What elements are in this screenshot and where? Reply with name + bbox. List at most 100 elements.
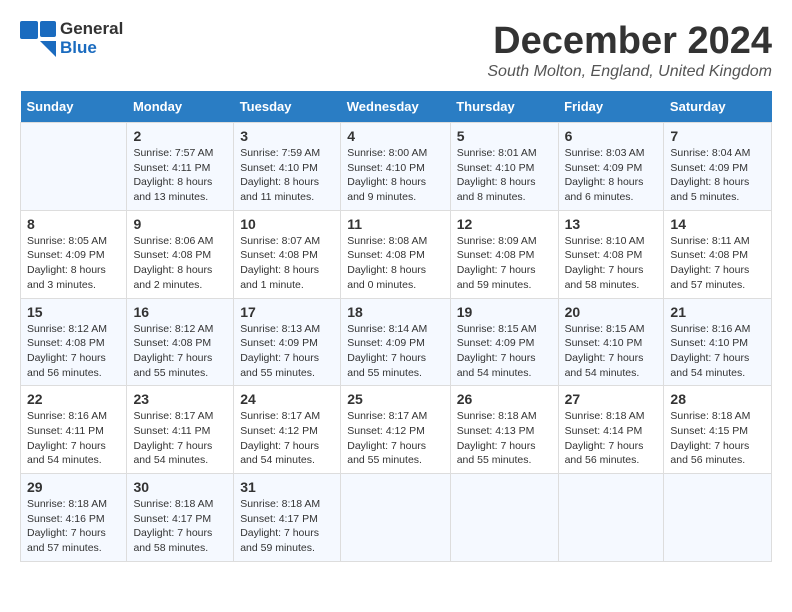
- sunset-text: Sunset: 4:10 PM: [347, 162, 425, 174]
- day-info: Sunrise: 8:11 AMSunset: 4:08 PMDaylight:…: [670, 234, 765, 293]
- sunset-text: Sunset: 4:08 PM: [565, 249, 643, 261]
- day-number: 22: [27, 391, 120, 407]
- sunrise-text: Sunrise: 8:16 AM: [27, 410, 107, 422]
- subtitle: South Molton, England, United Kingdom: [487, 63, 772, 81]
- sunset-text: Sunset: 4:09 PM: [670, 162, 748, 174]
- general-blue-logo-icon: [20, 21, 56, 57]
- day-number: 23: [133, 391, 227, 407]
- day-number: 21: [670, 304, 765, 320]
- sunrise-text: Sunrise: 8:18 AM: [565, 410, 645, 422]
- sunset-text: Sunset: 4:13 PM: [457, 425, 535, 437]
- daylight-text: Daylight: 7 hours and 54 minutes.: [133, 440, 212, 467]
- daylight-text: Daylight: 7 hours and 58 minutes.: [133, 527, 212, 554]
- sunset-text: Sunset: 4:11 PM: [27, 425, 104, 437]
- daylight-text: Daylight: 7 hours and 59 minutes.: [240, 527, 319, 554]
- day-info: Sunrise: 8:08 AMSunset: 4:08 PMDaylight:…: [347, 234, 443, 293]
- sunset-text: Sunset: 4:08 PM: [457, 249, 535, 261]
- day-info: Sunrise: 8:18 AM Sunset: 4:17 PM Daylight:…: [240, 497, 334, 556]
- sunrise-text: Sunrise: 8:10 AM: [565, 235, 645, 247]
- day-number: 28: [670, 391, 765, 407]
- calendar-header-row: Sunday Monday Tuesday Wednesday Thursday…: [21, 91, 772, 123]
- day-info: Sunrise: 8:18 AMSunset: 4:15 PMDaylight:…: [670, 409, 765, 468]
- day-number: 31: [240, 479, 334, 495]
- calendar-cell: 25Sunrise: 8:17 AMSunset: 4:12 PMDayligh…: [341, 386, 450, 474]
- calendar-week-row: 2Sunrise: 7:57 AMSunset: 4:11 PMDaylight…: [21, 123, 772, 211]
- calendar-cell: 17 Sunrise: 8:13 AMSunset: 4:09 PMDayligh…: [234, 298, 341, 386]
- sunrise-text: Sunrise: 8:18 AM: [670, 410, 750, 422]
- header-friday: Friday: [558, 91, 664, 123]
- calendar-cell: 31 Sunrise: 8:18 AM Sunset: 4:17 PM Dayligh…: [234, 474, 341, 562]
- sunrise-text: Sunrise: 8:12 AM: [133, 323, 213, 335]
- calendar-cell: 4Sunrise: 8:00 AMSunset: 4:10 PMDaylight…: [341, 123, 450, 211]
- day-info: Sunrise: 8:01 AMSunset: 4:10 PMDaylight:…: [457, 146, 552, 205]
- sunset-text: Sunset: 4:09 PM: [347, 337, 425, 349]
- calendar-week-row: 15 Sunrise: 8:12 AM Sunset: 4:08 PM Dayligh…: [21, 298, 772, 386]
- sunset-text: Sunset: 4:08 PM: [27, 337, 105, 349]
- day-number: 5: [457, 128, 552, 144]
- daylight-text: Daylight: 8 hours and 2 minutes.: [133, 264, 212, 291]
- calendar-cell: 6Sunrise: 8:03 AMSunset: 4:09 PMDaylight…: [558, 123, 664, 211]
- sunrise-text: Sunrise: 8:18 AM: [240, 498, 320, 510]
- sunset-text: Sunset: 4:17 PM: [133, 513, 211, 525]
- sunset-text: Sunset: 4:08 PM: [133, 337, 211, 349]
- sunset-text: Sunset: 4:17 PM: [240, 513, 318, 525]
- header-tuesday: Tuesday: [234, 91, 341, 123]
- day-info: Sunrise: 8:09 AMSunset: 4:08 PMDaylight:…: [457, 234, 552, 293]
- calendar-cell: 2Sunrise: 7:57 AMSunset: 4:11 PMDaylight…: [127, 123, 234, 211]
- title-block: December 2024 South Molton, England, Uni…: [487, 20, 772, 81]
- daylight-text: Daylight: 7 hours and 58 minutes.: [565, 264, 644, 291]
- sunset-text: Sunset: 4:09 PM: [240, 337, 318, 349]
- day-info: Sunrise: 8:18 AMSunset: 4:16 PMDaylight:…: [27, 497, 120, 556]
- sunset-text: Sunset: 4:09 PM: [27, 249, 105, 261]
- day-info: Sunrise: 8:17 AMSunset: 4:11 PMDaylight:…: [133, 409, 227, 468]
- day-number: 17: [240, 304, 334, 320]
- header-monday: Monday: [127, 91, 234, 123]
- day-info: Sunrise: 8:17 AMSunset: 4:12 PMDaylight:…: [347, 409, 443, 468]
- day-number: 8: [27, 216, 120, 232]
- calendar-cell: 15Sunrise: 8:12 AMSunset: 4:08 PMDayligh…: [21, 298, 127, 386]
- daylight-text: Daylight: 7 hours and 56 minutes.: [27, 352, 106, 379]
- daylight-text: Daylight: 7 hours and 56 minutes.: [565, 440, 644, 467]
- sunrise-text: Sunrise: 8:08 AM: [347, 235, 427, 247]
- day-number: 30: [133, 479, 227, 495]
- day-number: 15: [27, 304, 120, 320]
- daylight-text: Daylight: 8 hours and 3 minutes.: [27, 264, 106, 291]
- logo-graphic: [20, 21, 56, 57]
- logo: General Blue: [20, 20, 123, 57]
- day-number: 3: [240, 128, 334, 144]
- sunset-text: Sunset: 4:10 PM: [565, 337, 643, 349]
- day-number: 9: [133, 216, 227, 232]
- day-number: 2: [133, 128, 227, 144]
- day-number: 10: [240, 216, 334, 232]
- daylight-text: Daylight: 7 hours and 55 minutes.: [457, 440, 536, 467]
- logo-line1: General: [60, 20, 123, 39]
- daylight-text: Daylight: 8 hours and 8 minutes.: [457, 176, 536, 203]
- calendar-cell: 21Sunrise: 8:16 AMSunset: 4:10 PMDayligh…: [664, 298, 772, 386]
- sunrise-text: Sunrise: 8:00 AM: [347, 147, 427, 159]
- calendar-cell: 7Sunrise: 8:04 AMSunset: 4:09 PMDaylight…: [664, 123, 772, 211]
- sunset-text: Sunset: 4:10 PM: [457, 162, 535, 174]
- calendar-cell: 18Sunrise: 8:14 AMSunset: 4:09 PMDayligh…: [341, 298, 450, 386]
- sunset-text: Sunset: 4:12 PM: [240, 425, 318, 437]
- sunset-text: Sunset: 4:11 PM: [133, 425, 210, 437]
- sunrise-text: Sunrise: 8:14 AM: [347, 323, 427, 335]
- sunset-text: Sunset: 4:15 PM: [670, 425, 748, 437]
- sunrise-text: Sunrise: 8:17 AM: [347, 410, 427, 422]
- day-info: Sunrise: 8:13 AMSunset: 4:09 PMDaylight:…: [240, 322, 334, 381]
- day-number: 12: [457, 216, 552, 232]
- sunset-text: Sunset: 4:08 PM: [670, 249, 748, 261]
- day-info: Sunrise: 8:18 AMSunset: 4:13 PMDaylight:…: [457, 409, 552, 468]
- calendar-table: Sunday Monday Tuesday Wednesday Thursday…: [20, 91, 772, 562]
- sunset-text: Sunset: 4:09 PM: [457, 337, 535, 349]
- day-number: 24: [240, 391, 334, 407]
- daylight-text: Daylight: 7 hours and 57 minutes.: [670, 264, 749, 291]
- sunset-text: Sunset: 4:12 PM: [347, 425, 425, 437]
- calendar-cell: 11Sunrise: 8:08 AMSunset: 4:08 PMDayligh…: [341, 210, 450, 298]
- header-thursday: Thursday: [450, 91, 558, 123]
- calendar-cell: [341, 474, 450, 562]
- header-saturday: Saturday: [664, 91, 772, 123]
- sunrise-text: Sunrise: 8:09 AM: [457, 235, 537, 247]
- sunset-text: Sunset: 4:16 PM: [27, 513, 105, 525]
- daylight-text: Daylight: 8 hours and 13 minutes.: [133, 176, 212, 203]
- day-info: Sunrise: 8:06 AMSunset: 4:08 PMDaylight:…: [133, 234, 227, 293]
